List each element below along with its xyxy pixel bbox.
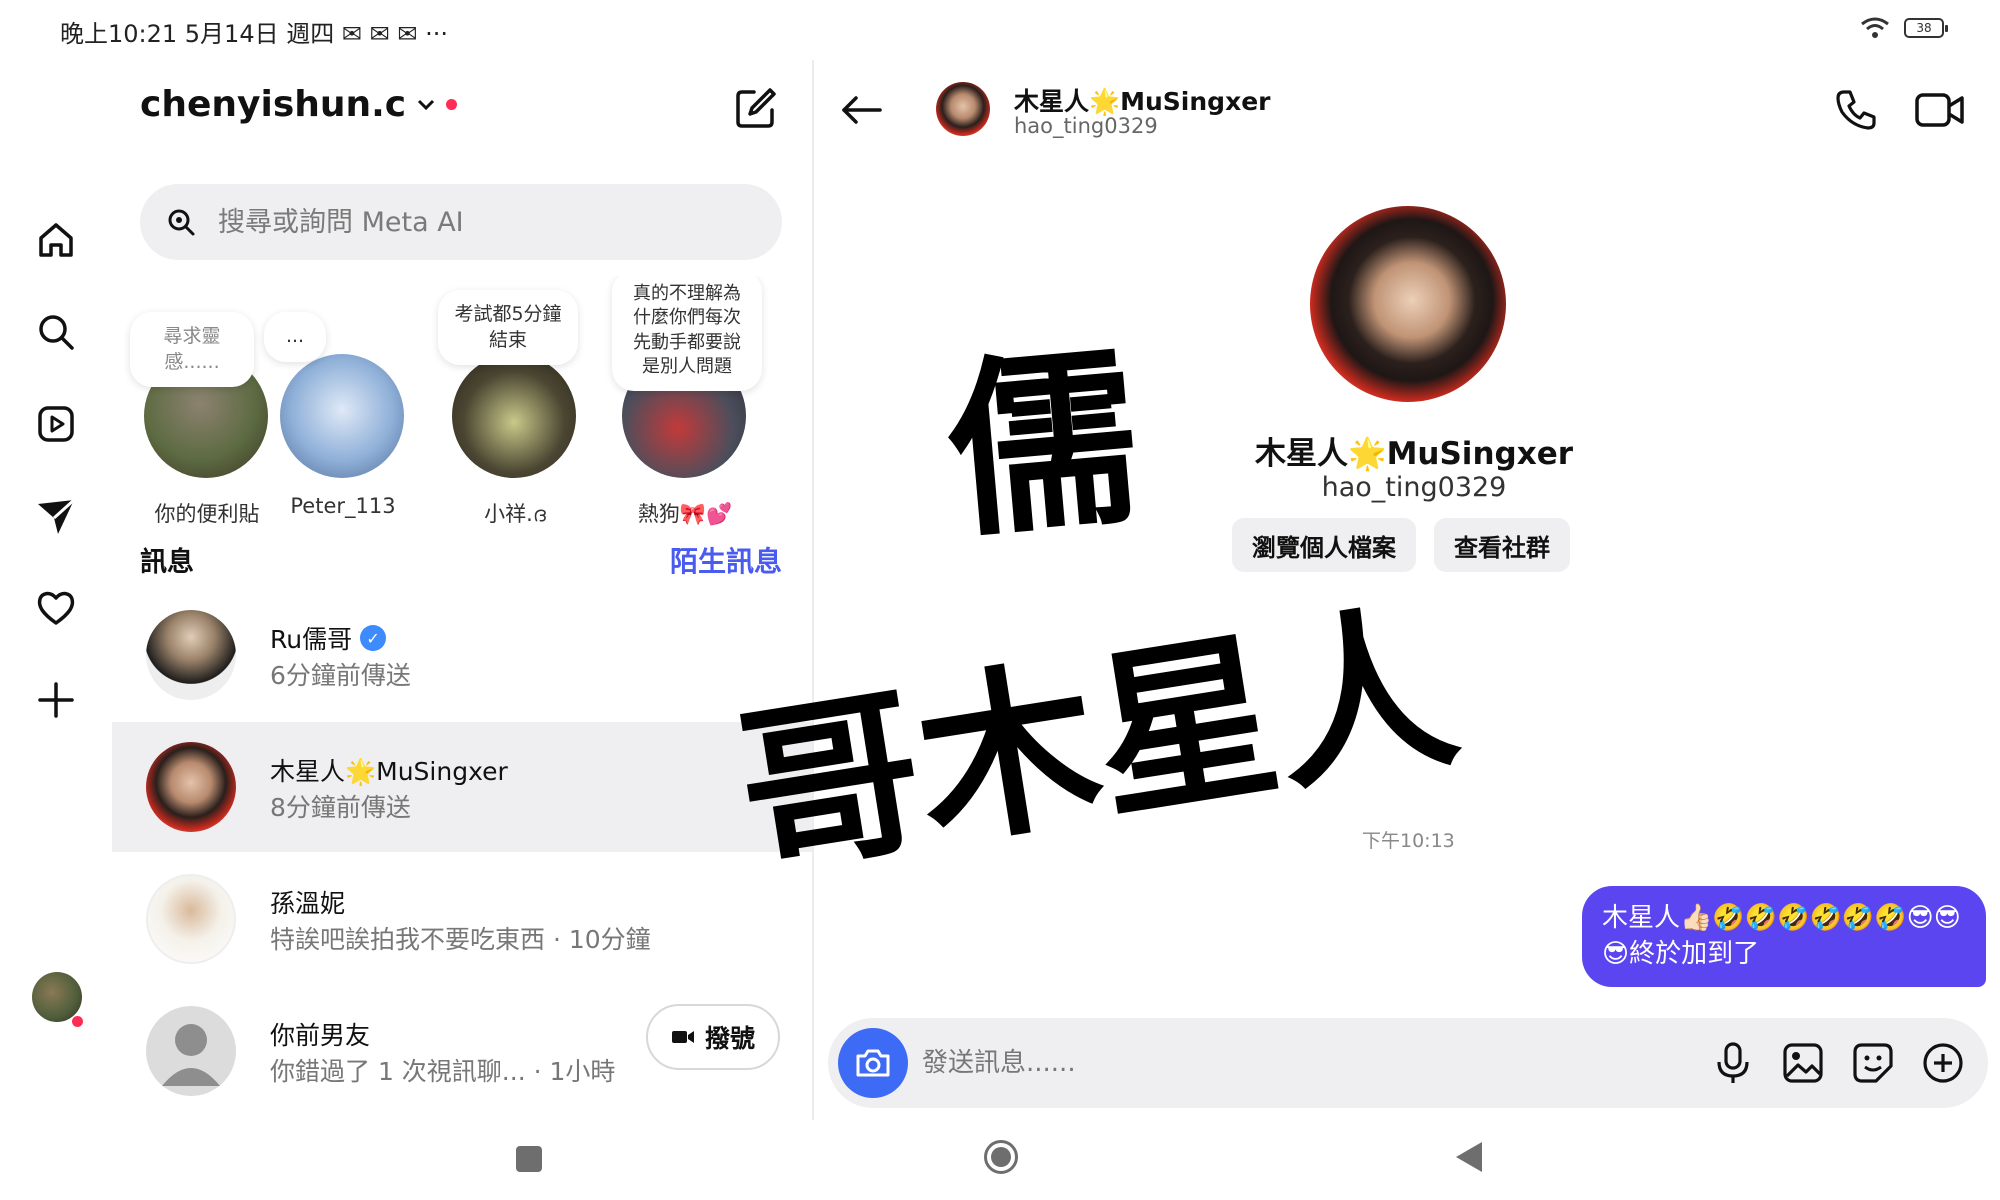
wifi-icon (1861, 17, 1889, 38)
system-navigation-bar (0, 1120, 2000, 1200)
direct-messages-icon[interactable] (30, 490, 82, 542)
profile-buttons: 瀏覽個人檔案 查看社群 (1232, 518, 1570, 572)
outgoing-message-bubble[interactable]: 木星人👍🏻🤣🤣🤣🤣🤣🤣😎😎😎終於加到了 (1582, 886, 1986, 987)
chat-name-text: 木星人🌟MuSingxer (270, 757, 508, 786)
back-arrow-icon[interactable] (838, 86, 886, 134)
status-indicators: 38 (1860, 16, 1948, 40)
account-switcher[interactable]: chenyishun.c (140, 84, 458, 125)
header-handle: hao_ting0329 (1014, 114, 1158, 138)
note-bubble: 真的不理解為什麼你們每次先動手都要說是別人問題 (612, 276, 762, 392)
status-bar: 晚上10:21 5月14日 週四 ✉ ✉ ✉ ··· 38 (0, 0, 2000, 60)
note-bubble: 考試都5分鐘結束 (438, 290, 578, 366)
chat-subtitle: 6分鐘前傳送 (270, 661, 411, 690)
video-call-icon[interactable] (1914, 86, 1966, 134)
overlay-text-ru: 儒 (938, 327, 1148, 565)
plus-icon[interactable] (30, 674, 82, 726)
chat-name-text: Ru儒哥 (270, 625, 353, 654)
chat-row[interactable]: Ru儒哥 ✓ 6分鐘前傳送 (112, 590, 812, 720)
verified-badge-icon: ✓ (360, 625, 387, 651)
header-avatar[interactable] (936, 82, 990, 136)
add-circle-icon[interactable] (1920, 1040, 1966, 1086)
search-input[interactable] (218, 206, 738, 238)
search-icon[interactable] (30, 306, 82, 358)
chat-avatar (146, 742, 236, 832)
image-icon[interactable] (1780, 1040, 1826, 1086)
view-community-button[interactable]: 查看社群 (1434, 518, 1570, 572)
microphone-icon[interactable] (1710, 1040, 1756, 1086)
status-time: 晚上10:21 5月14日 週四 ✉ ✉ ✉ ··· (60, 20, 448, 48)
note-bubble: ... (264, 312, 326, 362)
recents-button[interactable] (516, 1146, 542, 1172)
profile-avatar[interactable] (32, 972, 82, 1022)
chat-row[interactable]: 你前男友 你錯過了 1 次視訊聊... · 1小時 撥號 (112, 986, 812, 1116)
note-bubble: 尋求靈感...... (130, 312, 254, 388)
account-alert-dot (446, 99, 458, 110)
view-profile-button[interactable]: 瀏覽個人檔案 (1232, 518, 1416, 572)
chat-row[interactable]: 孫溫妮 特誒吧誒拍我不要吃東西 · 10分鐘 (112, 854, 812, 984)
back-button[interactable] (1456, 1142, 1482, 1172)
dial-button[interactable]: 撥號 (646, 1004, 780, 1070)
meta-ai-search-icon (168, 209, 195, 236)
chat-subtitle: 特誒吧誒拍我不要吃東西 · 10分鐘 (270, 925, 651, 954)
chat-name-text: 你前男友 (270, 1021, 371, 1050)
battery-icon: 38 (1904, 18, 1948, 38)
notification-dot (72, 1016, 83, 1027)
heart-icon[interactable] (30, 582, 82, 634)
chat-row-selected[interactable]: 木星人🌟MuSingxer 8分鐘前傳送 (112, 722, 812, 852)
chat-name-text: 孫溫妮 (270, 889, 346, 918)
sticker-icon[interactable] (1850, 1040, 1896, 1086)
chevron-down-icon (418, 99, 435, 110)
chat-name: 木星人🌟MuSingxer (270, 752, 508, 788)
note-avatar (280, 354, 404, 478)
dial-label: 撥號 (704, 1024, 755, 1053)
message-composer (828, 1018, 1988, 1108)
account-name: chenyishun.c (140, 84, 407, 125)
camera-icon (856, 1049, 890, 1077)
camera-button[interactable] (838, 1028, 908, 1098)
nav-rail (0, 60, 112, 1120)
chat-subtitle: 8分鐘前傳送 (270, 793, 411, 822)
profile-picture (1310, 206, 1506, 402)
thread-header: 木星人🌟MuSingxer hao_ting0329 (814, 60, 2000, 170)
chat-avatar (146, 874, 236, 964)
chat-name: 孫溫妮 (270, 884, 345, 920)
phone-icon[interactable] (1832, 86, 1880, 134)
chat-name: 你前男友 (270, 1016, 370, 1052)
note-avatar (452, 354, 576, 478)
header-name[interactable]: 木星人🌟MuSingxer (1014, 82, 1270, 118)
video-camera-icon (671, 1031, 694, 1043)
message-input[interactable] (922, 1038, 1522, 1088)
compose-icon[interactable] (732, 84, 780, 132)
chat-avatar (146, 610, 236, 700)
chat-name: Ru儒哥 ✓ (270, 620, 387, 656)
message-requests-link[interactable]: 陌生訊息 (670, 540, 782, 580)
messages-section-header: 訊息 陌生訊息 (140, 540, 782, 580)
chat-subtitle: 你錯過了 1 次視訊聊... · 1小時 (270, 1057, 616, 1086)
reels-icon[interactable] (30, 398, 82, 450)
note-name: Peter_113 (290, 494, 396, 518)
default-avatar-icon (146, 1006, 236, 1096)
note-name: 熱狗🎀💕 (637, 502, 733, 526)
home-icon[interactable] (30, 214, 82, 266)
search-bar[interactable] (140, 184, 782, 260)
message-timestamp: 下午10:13 (1362, 830, 1455, 852)
messages-title: 訊息 (140, 547, 194, 578)
note-name: 小祥.ദ (484, 502, 546, 526)
home-button[interactable] (984, 1140, 1018, 1174)
battery-level: 38 (1916, 21, 1932, 35)
inbox-panel: chenyishun.c 尋求靈感...... 你的便利貼 ... Peter_… (112, 60, 812, 1120)
